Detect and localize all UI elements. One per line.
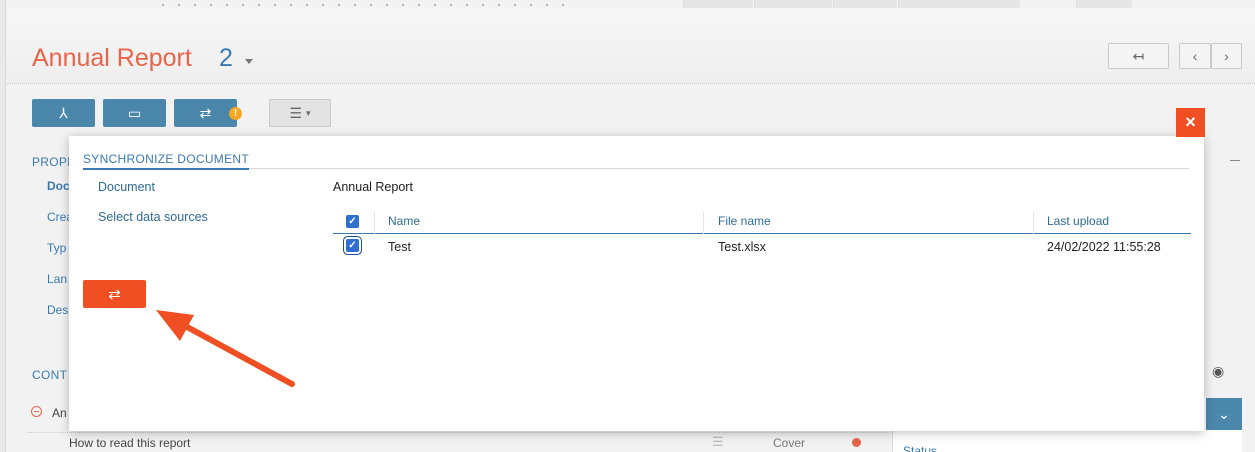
status-dot xyxy=(852,438,861,447)
cell-name: Test xyxy=(388,240,411,254)
top-tab[interactable] xyxy=(754,0,832,8)
top-tab[interactable] xyxy=(898,0,1020,8)
more-menu-button[interactable]: ☰ ▾ xyxy=(269,99,331,127)
cell-file-name: Test.xlsx xyxy=(718,240,766,254)
nav-item-document[interactable]: Document xyxy=(98,180,155,194)
back-button[interactable]: ↤ xyxy=(1108,43,1169,69)
nav-item-select-data-sources[interactable]: Select data sources xyxy=(98,210,208,224)
property-label[interactable]: Lan xyxy=(47,272,67,286)
contents-section-title: CONT xyxy=(32,368,68,382)
left-edge xyxy=(0,0,6,452)
warning-badge: ! xyxy=(229,107,242,120)
collapse-icon[interactable] xyxy=(1230,160,1240,161)
run-synchronize-button[interactable]: ⇄ xyxy=(83,280,146,308)
chevron-down-icon: ▾ xyxy=(306,107,311,118)
page-header: Annual Report 2 ↤ ‹ › xyxy=(7,8,1255,84)
monitor-icon: ▭ xyxy=(127,104,142,121)
column-separator xyxy=(1033,212,1034,234)
column-separator xyxy=(374,212,375,234)
eye-icon[interactable]: ◉ xyxy=(1212,363,1224,380)
data-sources-table: ✓ Name File name Last upload ✓ Test Test… xyxy=(333,212,1191,256)
page-title: Annual Report xyxy=(32,44,192,72)
collapse-circle-icon[interactable] xyxy=(31,406,42,417)
pdf-icon: ⅄ xyxy=(59,104,68,121)
drag-handle-icon[interactable]: ☰ xyxy=(712,434,724,450)
column-header-last-upload[interactable]: Last upload xyxy=(1047,214,1109,228)
synchronize-button[interactable]: ⇄ xyxy=(174,99,237,127)
property-label[interactable]: Des xyxy=(47,303,68,317)
property-label[interactable]: Typ xyxy=(47,241,66,255)
preview-button[interactable]: ▭ xyxy=(103,99,166,127)
top-tab[interactable] xyxy=(833,0,897,8)
chevron-down-icon: ⌄ xyxy=(1218,405,1230,422)
close-icon: × xyxy=(1185,112,1196,132)
chevron-down-icon[interactable] xyxy=(245,59,253,64)
dialog-title-bar: SYNCHRONIZE DOCUMENT xyxy=(83,152,1189,170)
back-arrow-icon: ↤ xyxy=(1132,47,1145,64)
column-separator xyxy=(703,212,704,234)
synchronize-document-dialog: SYNCHRONIZE DOCUMENT Document Select dat… xyxy=(69,136,1204,431)
dotted-divider xyxy=(155,4,575,6)
column-header-file-name[interactable]: File name xyxy=(718,214,771,228)
top-tab[interactable] xyxy=(1076,0,1132,8)
top-tab-strip xyxy=(0,0,1255,8)
close-dialog-button[interactable]: × xyxy=(1176,108,1205,137)
table-header: ✓ Name File name Last upload xyxy=(333,212,1191,234)
dialog-title: SYNCHRONIZE DOCUMENT xyxy=(83,152,250,170)
expand-button[interactable]: ⌄ xyxy=(1206,398,1242,430)
next-button[interactable]: › xyxy=(1211,43,1242,69)
select-all-checkbox[interactable]: ✓ xyxy=(346,215,359,228)
contents-root-label[interactable]: An xyxy=(52,406,67,420)
status-label: Status xyxy=(903,444,938,452)
sync-icon: ⇄ xyxy=(108,286,121,303)
table-row[interactable]: ✓ Test Test.xlsx 24/02/2022 11:55:28 xyxy=(333,234,1191,256)
top-tab[interactable] xyxy=(683,0,753,8)
version-selector[interactable]: 2 xyxy=(219,44,233,73)
chevron-left-icon: ‹ xyxy=(1192,48,1198,64)
property-label[interactable]: Doc xyxy=(47,179,70,193)
export-pdf-button[interactable]: ⅄ xyxy=(32,99,95,127)
column-header-name[interactable]: Name xyxy=(388,214,420,228)
row-checkbox[interactable]: ✓ xyxy=(346,239,359,252)
cell-last-upload: 24/02/2022 11:55:28 xyxy=(1047,240,1161,254)
contents-row-title[interactable]: How to read this report xyxy=(69,436,190,450)
document-name: Annual Report xyxy=(333,180,413,194)
sync-icon: ⇄ xyxy=(199,104,212,121)
previous-button[interactable]: ‹ xyxy=(1179,43,1211,69)
menu-icon: ☰ xyxy=(289,104,303,121)
contents-row-type: Cover xyxy=(773,436,806,450)
chevron-right-icon: › xyxy=(1224,48,1229,64)
